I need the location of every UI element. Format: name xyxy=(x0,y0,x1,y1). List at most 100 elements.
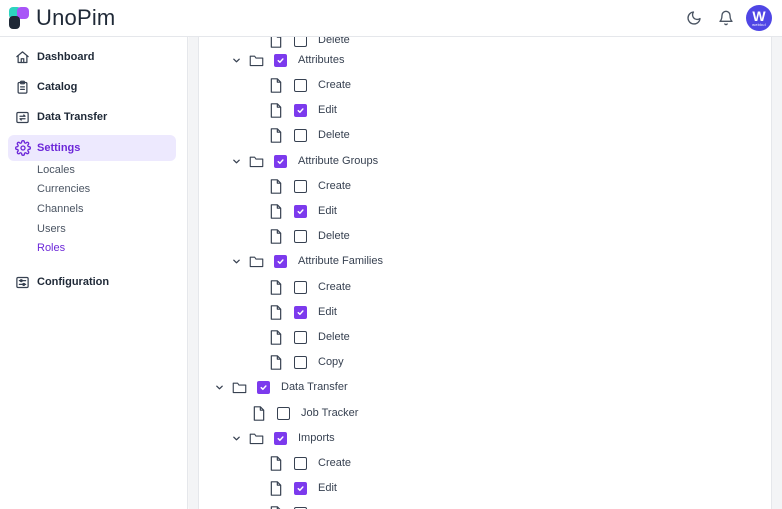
tree-permission-row: Edit xyxy=(268,100,337,120)
sidebar-item-settings[interactable]: Settings xyxy=(8,135,176,161)
permission-checkbox[interactable] xyxy=(294,204,307,218)
permission-label: Create xyxy=(318,281,352,293)
sidebar-subitem-channels[interactable]: Channels xyxy=(37,203,83,215)
permission-label: Copy xyxy=(318,356,344,368)
tree-permission-row: Copy xyxy=(268,352,344,372)
file-icon xyxy=(268,37,284,48)
bell-icon[interactable] xyxy=(716,8,736,28)
file-icon xyxy=(268,127,284,143)
chevron-down-icon[interactable] xyxy=(231,433,241,443)
permission-label: Job Tracker xyxy=(301,407,359,419)
file-icon xyxy=(251,405,267,421)
tree-permission-row: Create xyxy=(268,75,351,95)
user-avatar[interactable]: W webkul xyxy=(746,5,772,31)
tree-folder-row: Attribute Groups xyxy=(231,151,378,171)
permission-checkbox[interactable] xyxy=(294,179,307,193)
permission-checkbox[interactable] xyxy=(294,229,307,243)
tree-folder-row: Imports xyxy=(231,428,335,448)
sidebar-item-label: Data Transfer xyxy=(37,111,108,123)
tree-permission-row: Create xyxy=(268,277,351,297)
permission-checkbox[interactable] xyxy=(274,154,287,168)
unopim-logo-icon xyxy=(9,7,31,29)
permission-label: Attributes xyxy=(298,54,345,66)
permission-checkbox[interactable] xyxy=(274,53,287,67)
sidebar-item-catalog[interactable]: Catalog xyxy=(8,74,176,100)
sidebar-subitem-currencies[interactable]: Currencies xyxy=(37,183,90,195)
file-icon xyxy=(268,354,284,370)
tree-folder-row: Attribute Families xyxy=(231,251,383,271)
sidebar-subitem-users[interactable]: Users xyxy=(37,223,66,235)
folder-icon xyxy=(248,253,264,269)
avatar-subtext: webkul xyxy=(752,21,766,27)
app-logo[interactable]: UnoPim xyxy=(9,7,115,29)
moon-icon[interactable] xyxy=(684,8,704,28)
tree-permission-row: Delete xyxy=(268,125,350,145)
permissions-tree-panel: Delete Attributes Create Edit Delete Attribut… xyxy=(198,37,772,509)
sidebar-item-label: Configuration xyxy=(37,276,110,288)
file-icon xyxy=(268,102,284,118)
home-icon xyxy=(14,49,31,66)
sliders-icon xyxy=(14,274,31,291)
permission-label: Edit xyxy=(318,306,337,318)
sidebar-item-label: Dashboard xyxy=(37,51,95,63)
permission-checkbox[interactable] xyxy=(294,456,307,470)
file-icon xyxy=(268,279,284,295)
permission-label: Delete xyxy=(318,331,350,343)
tree-permission-row: Delete xyxy=(268,226,350,246)
avatar-letter: W xyxy=(752,7,766,24)
sidebar: Dashboard Catalog Data Transfer Settings… xyxy=(0,37,188,509)
tree-permission-row: Edit xyxy=(268,478,337,498)
folder-icon xyxy=(231,379,247,395)
folder-icon xyxy=(248,52,264,68)
sidebar-item-dashboard[interactable]: Dashboard xyxy=(8,44,176,70)
permission-checkbox[interactable] xyxy=(294,355,307,369)
tree-permission-row: Create xyxy=(268,453,351,473)
sidebar-item-configuration[interactable]: Configuration xyxy=(8,269,176,295)
permission-checkbox[interactable] xyxy=(294,103,307,117)
tree-permission-row: Delete xyxy=(268,327,350,347)
clipboard-icon xyxy=(14,79,31,96)
chevron-down-icon[interactable] xyxy=(231,256,241,266)
permission-label: Create xyxy=(318,180,352,192)
file-icon xyxy=(268,77,284,93)
chevron-down-icon[interactable] xyxy=(231,55,241,65)
tree-permission-row: Delete xyxy=(268,37,350,50)
file-icon xyxy=(268,228,284,244)
permission-checkbox[interactable] xyxy=(294,128,307,142)
folder-icon xyxy=(248,430,264,446)
tree-permission-row: Create xyxy=(268,176,351,196)
tree-folder-row: Data Transfer xyxy=(214,377,348,397)
permission-label: Edit xyxy=(318,104,337,116)
tree-permission-row: Job Tracker xyxy=(251,403,358,423)
permission-label: Edit xyxy=(318,482,337,494)
top-header: UnoPim W webkul xyxy=(0,0,782,37)
sidebar-item-label: Settings xyxy=(37,142,81,154)
file-icon xyxy=(268,480,284,496)
permission-checkbox[interactable] xyxy=(294,280,307,294)
chevron-down-icon[interactable] xyxy=(231,156,241,166)
permission-checkbox[interactable] xyxy=(294,330,307,344)
sidebar-subitem-locales[interactable]: Locales xyxy=(37,164,75,176)
file-icon xyxy=(268,178,284,194)
sidebar-subitem-roles[interactable]: Roles xyxy=(37,242,65,254)
chevron-down-icon[interactable] xyxy=(214,382,224,392)
permission-checkbox[interactable] xyxy=(294,481,307,495)
permission-label: Create xyxy=(318,457,352,469)
permission-label: Edit xyxy=(318,205,337,217)
permission-checkbox[interactable] xyxy=(294,78,307,92)
permission-checkbox[interactable] xyxy=(257,380,270,394)
sidebar-item-label: Catalog xyxy=(37,81,78,93)
transfer-icon xyxy=(14,109,31,126)
permission-checkbox[interactable] xyxy=(277,406,290,420)
permission-checkbox[interactable] xyxy=(274,431,287,445)
permission-checkbox[interactable] xyxy=(294,305,307,319)
file-icon xyxy=(268,505,284,509)
permission-checkbox[interactable] xyxy=(294,37,307,47)
tree-folder-row: Attributes xyxy=(231,50,344,70)
tree-permission-row: Edit xyxy=(268,201,337,221)
permission-label: Imports xyxy=(298,432,335,444)
sidebar-item-data-transfer[interactable]: Data Transfer xyxy=(8,104,176,130)
permission-label: Data Transfer xyxy=(281,381,348,393)
permission-checkbox[interactable] xyxy=(274,254,287,268)
permission-label: Delete xyxy=(318,37,350,46)
